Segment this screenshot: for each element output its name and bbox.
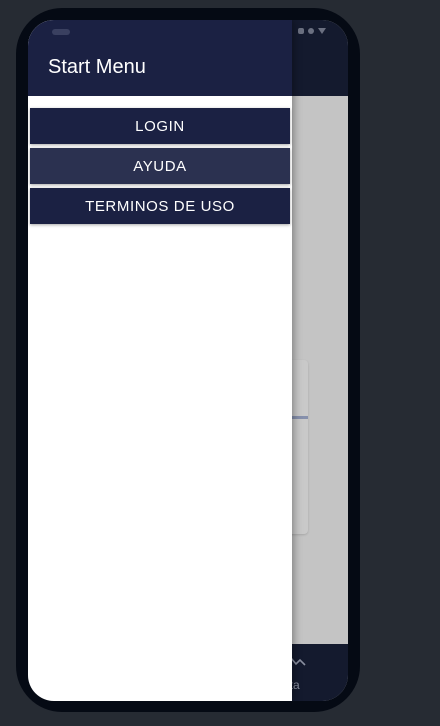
drawer-menu: LOGIN AYUDA TERMINOS DE USO (30, 108, 290, 228)
drawer-header: Start Menu (28, 20, 292, 96)
card-text (292, 416, 308, 419)
wifi-icon (318, 28, 326, 34)
drawer-title: Start Menu (48, 56, 146, 78)
status-notch (52, 29, 70, 35)
emulator-stage: ata Start Menu LOGIN AYUDA TERMINOS DE U… (0, 0, 440, 726)
chart-line-icon[interactable] (290, 656, 306, 666)
phone-screen: ata Start Menu LOGIN AYUDA TERMINOS DE U… (28, 20, 348, 701)
battery-icon (298, 28, 304, 34)
status-bar (298, 28, 326, 34)
navigation-drawer: Start Menu LOGIN AYUDA TERMINOS DE USO (28, 20, 292, 701)
menu-item-ayuda[interactable]: AYUDA (30, 148, 290, 184)
signal-icon (308, 28, 314, 34)
menu-item-terminos-de-uso[interactable]: TERMINOS DE USO (30, 188, 290, 224)
menu-item-login[interactable]: LOGIN (30, 108, 290, 144)
